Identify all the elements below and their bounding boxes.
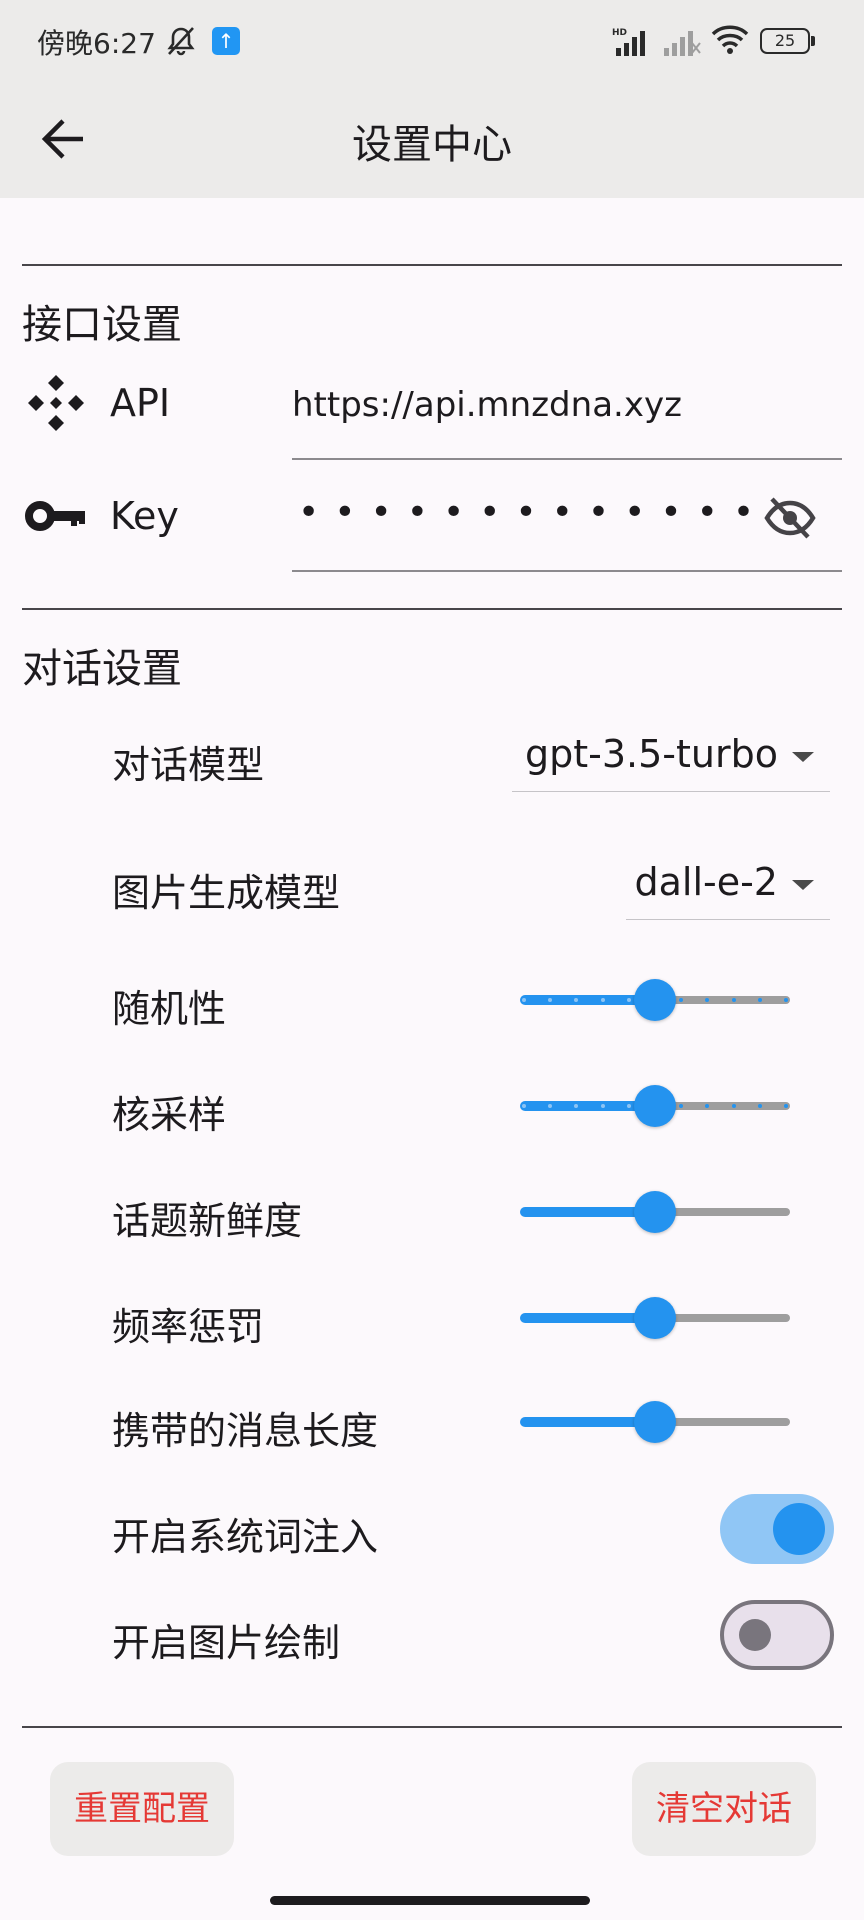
api-icon xyxy=(24,371,88,435)
reset-config-button[interactable]: 重置配置 xyxy=(50,1762,234,1856)
chat-model-value: gpt-3.5-turbo xyxy=(525,732,778,776)
slider-tick xyxy=(705,998,709,1002)
switch-knob xyxy=(773,1503,825,1555)
slider-tick xyxy=(601,1104,605,1108)
signal-icon xyxy=(664,31,701,56)
presence-penalty-label: 话题新鲜度 xyxy=(112,1199,303,1243)
status-bar: 傍晚6:27 ↑ HD 25 xyxy=(0,0,864,82)
api-input-underline xyxy=(292,458,842,460)
slider-tick xyxy=(784,998,788,1002)
slider-thumb[interactable] xyxy=(634,1191,676,1233)
wifi-icon xyxy=(711,25,749,54)
api-url-input[interactable]: https://api.mnzdna.xyz xyxy=(292,385,682,425)
key-label: Key xyxy=(110,494,179,538)
chat-model-label: 对话模型 xyxy=(112,743,265,787)
slider-tick xyxy=(679,1104,683,1108)
section-divider xyxy=(22,264,842,266)
slider-thumb[interactable] xyxy=(634,1085,676,1127)
message-length-slider[interactable] xyxy=(520,1400,790,1444)
slider-tick xyxy=(601,998,605,1002)
slider-tick xyxy=(758,998,762,1002)
chat-model-dropdown[interactable]: gpt-3.5-turbo xyxy=(512,718,830,792)
arrow-back-icon xyxy=(41,119,83,159)
slider-thumb[interactable] xyxy=(634,1297,676,1339)
svg-text:HD: HD xyxy=(612,28,627,38)
dropdown-arrow-icon xyxy=(792,752,814,762)
slider-tick xyxy=(548,1104,552,1108)
chat-section-title: 对话设置 xyxy=(22,646,182,692)
top-p-slider[interactable] xyxy=(520,1084,790,1128)
image-drawing-label: 开启图片绘制 xyxy=(112,1621,341,1665)
image-model-dropdown[interactable]: dall-e-2 xyxy=(626,846,830,920)
slider-thumb[interactable] xyxy=(634,979,676,1021)
battery-icon: 25 xyxy=(760,28,816,54)
slider-tick xyxy=(627,1104,631,1108)
slider-tick xyxy=(705,1104,709,1108)
slider-tick xyxy=(732,1104,736,1108)
slider-tick xyxy=(522,1104,526,1108)
frequency-penalty-slider[interactable] xyxy=(520,1296,790,1340)
battery-level: 25 xyxy=(760,28,810,54)
slider-tick xyxy=(548,998,552,1002)
slider-tick xyxy=(574,998,578,1002)
frequency-penalty-label: 频率惩罚 xyxy=(112,1305,265,1349)
switch-knob xyxy=(739,1619,771,1651)
visibility-off-icon[interactable] xyxy=(762,490,818,546)
system-prompt-label: 开启系统词注入 xyxy=(112,1515,379,1559)
top-p-label: 核采样 xyxy=(112,1093,227,1137)
section-divider xyxy=(22,608,842,610)
message-length-label: 携带的消息长度 xyxy=(112,1409,379,1453)
image-model-label: 图片生成模型 xyxy=(112,871,341,915)
api-label: API xyxy=(110,381,171,425)
system-prompt-switch[interactable] xyxy=(720,1494,834,1564)
randomness-slider[interactable] xyxy=(520,978,790,1022)
randomness-label: 随机性 xyxy=(112,987,227,1031)
home-indicator xyxy=(270,1896,590,1905)
slider-tick xyxy=(679,998,683,1002)
slider-thumb[interactable] xyxy=(634,1401,676,1443)
image-model-value: dall-e-2 xyxy=(634,860,778,904)
slider-tick xyxy=(784,1104,788,1108)
slider-tick xyxy=(732,998,736,1002)
page-title: 设置中心 xyxy=(352,122,512,168)
image-drawing-switch[interactable] xyxy=(720,1600,834,1670)
slider-tick xyxy=(574,1104,578,1108)
status-time: 傍晚6:27 xyxy=(37,27,156,60)
slider-tick xyxy=(758,1104,762,1108)
dropdown-arrow-icon xyxy=(792,880,814,890)
clear-chat-button[interactable]: 清空对话 xyxy=(632,1762,816,1856)
key-icon xyxy=(24,484,88,548)
back-button[interactable] xyxy=(28,104,98,174)
section-divider xyxy=(22,1726,842,1728)
slider-tick xyxy=(627,998,631,1002)
app-bar: 设置中心 xyxy=(0,82,864,198)
api-section-title: 接口设置 xyxy=(22,302,182,348)
mute-icon xyxy=(167,27,195,56)
key-input-underline xyxy=(292,570,842,572)
hd-signal-icon: HD xyxy=(612,28,645,56)
key-input[interactable]: ••••••••••••• xyxy=(298,492,769,533)
presence-penalty-slider[interactable] xyxy=(520,1190,790,1234)
slider-tick xyxy=(522,998,526,1002)
upload-icon: ↑ xyxy=(212,27,240,55)
